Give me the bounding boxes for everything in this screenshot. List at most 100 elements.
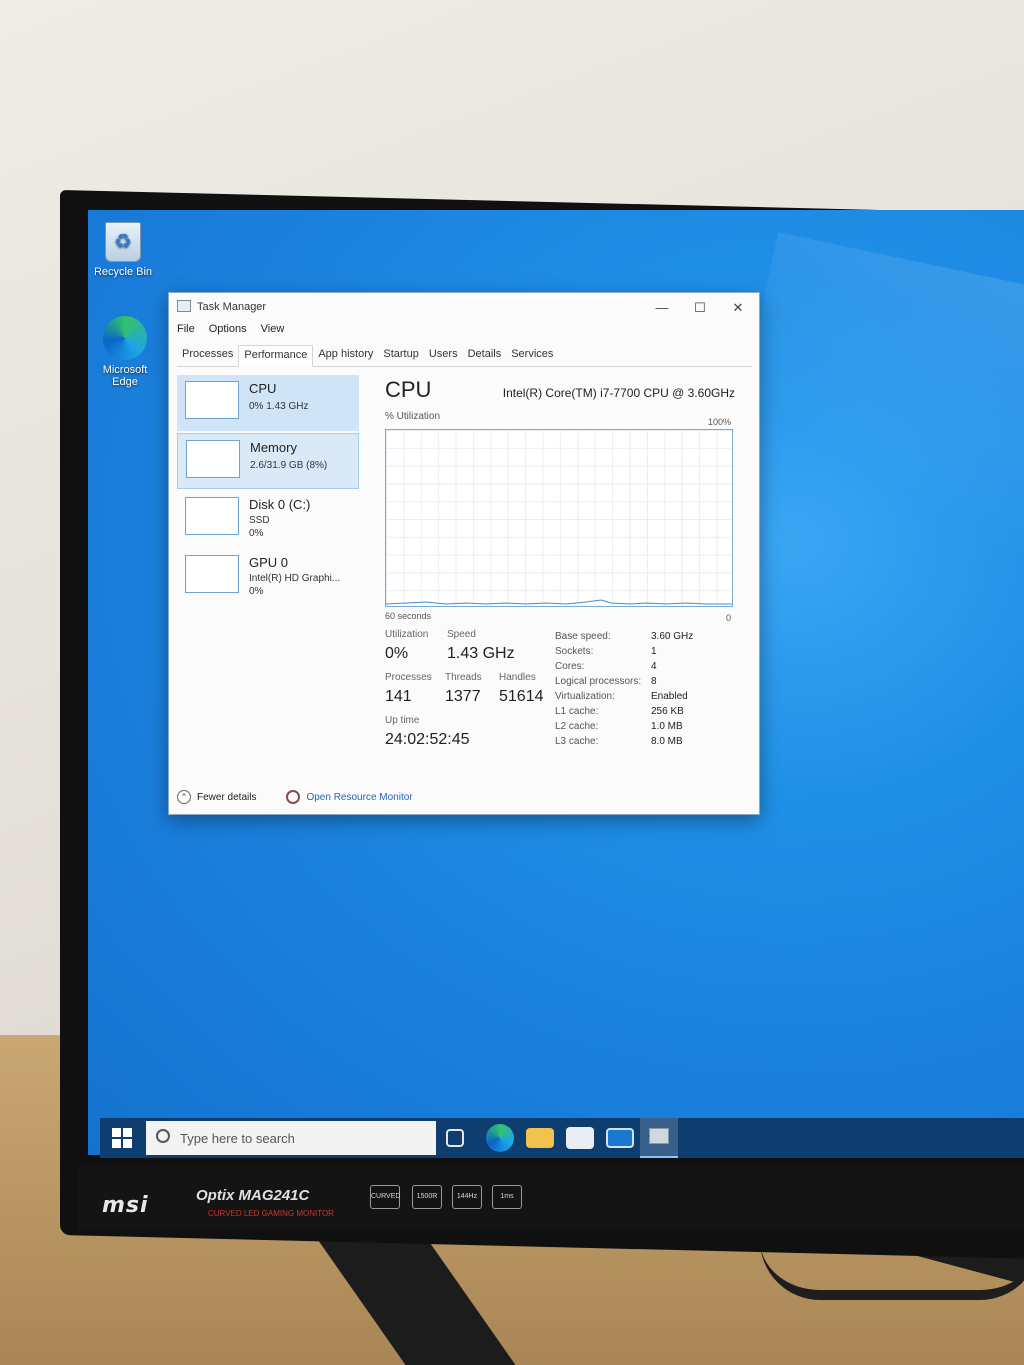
cpu-model-name: Intel(R) Core(TM) i7-7700 CPU @ 3.60GHz	[502, 386, 735, 400]
sidebar-item-detail: 2.6/31.9 GB (8%)	[250, 460, 328, 471]
monitor-tagline: CURVED LED GAMING MONITOR	[208, 1209, 334, 1218]
tab-details[interactable]: Details	[463, 345, 507, 366]
task-manager-icon	[649, 1128, 669, 1144]
title-bar[interactable]: Task Manager — ☐ ✕	[169, 293, 759, 321]
close-button[interactable]: ✕	[723, 297, 753, 319]
page-title: CPU	[385, 377, 432, 402]
edge-icon[interactable]	[486, 1124, 514, 1152]
footer: ⌃ Fewer details Open Resource Monitor	[177, 787, 413, 807]
sidebar-item-name: Memory	[250, 440, 297, 455]
feature-badge: 1ms	[492, 1185, 522, 1209]
search-input[interactable]: Type here to search	[146, 1121, 436, 1155]
sidebar-item-detail: SSD	[249, 515, 270, 526]
minimize-button[interactable]: —	[647, 297, 677, 319]
tab-processes[interactable]: Processes	[177, 345, 238, 366]
resource-monitor-icon	[286, 790, 301, 804]
resource-sidebar: CPU 0% 1.43 GHz Memory 2.6/31.9 GB (8%) …	[177, 375, 359, 775]
menu-file[interactable]: File	[177, 323, 195, 341]
task-manager-icon	[177, 300, 191, 312]
spec-value: 8	[651, 676, 657, 687]
sidebar-item-name: GPU 0	[249, 555, 289, 570]
maximize-button[interactable]: ☐	[685, 297, 715, 319]
open-resource-monitor-link[interactable]: Open Resource Monitor	[306, 792, 412, 803]
uptime-label: Up time	[385, 715, 420, 726]
menu-bar: File Options View	[177, 323, 284, 341]
sidebar-item-disk[interactable]: Disk 0 (C:) SSD 0%	[177, 491, 359, 547]
speed-label: Speed	[447, 629, 476, 640]
desktop-icon-recycle-bin[interactable]: ♻ Recycle Bin	[88, 222, 158, 278]
menu-options[interactable]: Options	[209, 323, 247, 341]
search-placeholder: Type here to search	[180, 1131, 295, 1146]
recycle-bin-icon: ♻	[105, 222, 141, 262]
sidebar-item-memory[interactable]: Memory 2.6/31.9 GB (8%)	[177, 433, 359, 489]
threads-label: Threads	[445, 672, 482, 683]
threads-value: 1377	[445, 688, 481, 705]
menu-view[interactable]: View	[261, 323, 285, 341]
file-explorer-icon[interactable]	[526, 1128, 554, 1148]
handles-label: Handles	[499, 672, 536, 683]
task-manager-window: Task Manager — ☐ ✕ File Options View Pro…	[168, 292, 760, 815]
desktop-icon-label: Microsoft Edge	[102, 364, 148, 388]
spec-label: Cores:	[555, 661, 585, 672]
spec-label: Sockets:	[555, 646, 594, 657]
tab-performance[interactable]: Performance	[238, 345, 314, 367]
feature-badge: CURVED	[370, 1185, 400, 1209]
spec-label: Base speed:	[555, 631, 611, 642]
performance-panel: CPU Intel(R) Core(TM) i7-7700 CPU @ 3.60…	[377, 375, 749, 775]
sidebar-item-name: Disk 0 (C:)	[249, 497, 311, 512]
chevron-up-icon[interactable]: ⌃	[177, 790, 191, 804]
edge-icon	[103, 316, 147, 360]
tab-bar: Processes Performance App history Startu…	[177, 345, 752, 367]
processes-value: 141	[385, 688, 412, 705]
fewer-details-button[interactable]: Fewer details	[197, 792, 256, 803]
sidebar-item-detail: 0%	[249, 528, 264, 539]
spec-label: L1 cache:	[555, 706, 599, 717]
taskbar: Type here to search	[100, 1118, 1024, 1158]
desktop-icon-edge[interactable]: Microsoft Edge	[90, 316, 160, 388]
tab-app-history[interactable]: App history	[313, 345, 378, 366]
spec-label: Virtualization:	[555, 691, 615, 702]
gpu-mini-graph	[185, 555, 239, 593]
msi-logo: msi	[102, 1193, 149, 1218]
feature-badge: 144Hz	[452, 1185, 482, 1209]
processes-label: Processes	[385, 672, 432, 683]
sidebar-item-detail: 0% 1.43 GHz	[249, 401, 309, 412]
sidebar-item-detail: Intel(R) HD Graphi...	[249, 573, 341, 584]
utilization-axis-label: % Utilization	[385, 411, 441, 422]
disk-mini-graph	[185, 497, 239, 535]
uptime-value: 24:02:52:45	[385, 731, 470, 748]
tab-startup[interactable]: Startup	[378, 345, 423, 366]
spec-value: Enabled	[651, 691, 688, 702]
min-percent-label: 0	[725, 613, 731, 623]
mail-icon[interactable]	[606, 1128, 634, 1148]
spec-label: L2 cache:	[555, 721, 599, 732]
utilization-label: Utilization	[385, 629, 429, 640]
sidebar-item-gpu[interactable]: GPU 0 Intel(R) HD Graphi... 0%	[177, 549, 359, 605]
cpu-utilization-graph	[385, 429, 733, 607]
spec-value: 1	[651, 646, 657, 657]
desktop-icon-label: Recycle Bin	[93, 266, 153, 278]
feature-badge: 1500R	[412, 1185, 442, 1209]
task-view-icon[interactable]	[446, 1129, 464, 1147]
spec-label: Logical processors:	[555, 676, 642, 687]
windows-start-icon[interactable]	[112, 1128, 132, 1148]
store-icon[interactable]	[566, 1127, 594, 1149]
window-title: Task Manager	[197, 301, 267, 313]
sidebar-item-cpu[interactable]: CPU 0% 1.43 GHz	[177, 375, 359, 431]
sidebar-item-name: CPU	[249, 381, 277, 396]
time-span-label: 60 seconds	[385, 611, 432, 621]
tab-services[interactable]: Services	[506, 345, 558, 366]
spec-value: 8.0 MB	[651, 736, 683, 747]
spec-value: 4	[651, 661, 657, 672]
memory-mini-graph	[186, 440, 240, 478]
cpu-utilization-line	[386, 599, 732, 605]
cpu-mini-graph	[185, 381, 239, 419]
task-manager-taskbar-button[interactable]	[640, 1118, 678, 1158]
sidebar-item-detail: 0%	[249, 586, 264, 597]
tab-users[interactable]: Users	[424, 345, 463, 366]
monitor-chin: msi Optix MAG241C CURVED LED GAMING MONI…	[78, 1165, 1024, 1231]
spec-value: 256 KB	[651, 706, 684, 717]
max-percent-label: 100%	[707, 417, 731, 427]
spec-label: L3 cache:	[555, 736, 599, 747]
monitor-model: Optix MAG241C	[196, 1187, 310, 1204]
